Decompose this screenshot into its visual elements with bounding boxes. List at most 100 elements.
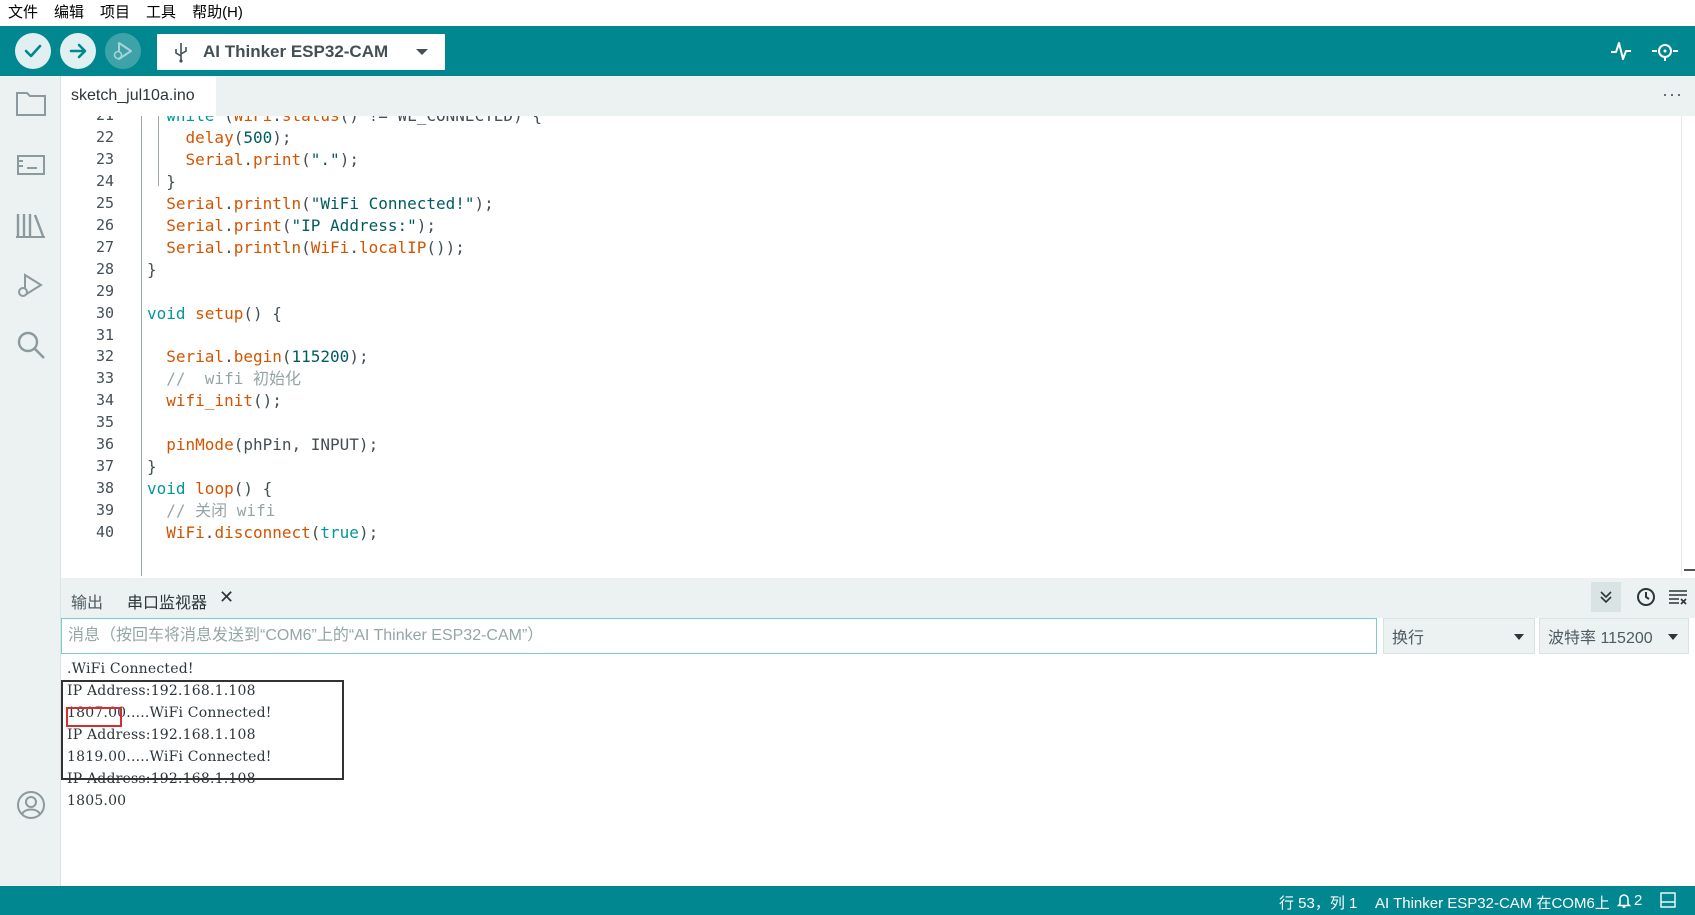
code-line: 29 (61, 280, 1661, 304)
board-name: AI Thinker ESP32-CAM (203, 42, 389, 61)
line-number: 34 (95, 391, 114, 410)
clock-icon (1637, 588, 1655, 606)
cursor-position[interactable]: 行 53，列 1 (1279, 892, 1357, 913)
code-text: // 关闭 wifi (166, 501, 276, 521)
double-chevron-down-icon (1600, 591, 1612, 604)
more-actions-icon[interactable]: ··· (1662, 84, 1683, 105)
code-line: 36 pinMode(phPin, INPUT); (61, 433, 1661, 457)
timestamp-toggle-button[interactable] (1633, 584, 1659, 610)
verify-button[interactable] (15, 33, 51, 69)
editor-tab-bar: sketch_jul10a.ino ··· (61, 76, 1695, 116)
code-text: Serial.println(WiFi.localIP()); (166, 237, 465, 257)
autoscroll-button[interactable] (1591, 582, 1621, 612)
line-number: 36 (95, 435, 114, 454)
line-number: 28 (95, 259, 114, 278)
line-number: 27 (95, 237, 114, 256)
editor-scrollbar[interactable] (1681, 116, 1695, 576)
baud-rate-select[interactable]: 波特率 115200 (1539, 618, 1689, 654)
serial-message-row: 换行 波特率 115200 (61, 618, 1695, 656)
code-line: 38 void loop() { (61, 477, 1661, 501)
close-icon[interactable]: ✕ (219, 587, 234, 608)
line-number: 26 (95, 215, 114, 234)
scrollbar-marker (1684, 569, 1695, 571)
sketchbook-folder-icon[interactable] (14, 86, 48, 120)
code-line: 28} (61, 258, 1661, 282)
code-line: 23 Serial.print("."); (61, 148, 1661, 172)
tab-sketch-file[interactable]: sketch_jul10a.ino (61, 76, 216, 116)
menu-help[interactable]: 帮助(H) (184, 0, 251, 26)
debug-button[interactable] (105, 33, 141, 69)
code-line: 26 Serial.print("IP Address:"); (61, 214, 1661, 238)
baud-rate-value: 波特率 115200 (1548, 630, 1653, 647)
code-text: void setup() { (147, 303, 282, 323)
menu-file[interactable]: 文件 (0, 0, 46, 26)
serial-output: .WiFi Connected! IP Address:192.168.1.10… (61, 658, 1695, 886)
output-line: .WiFi Connected! (67, 661, 194, 677)
account-avatar-icon[interactable] (14, 788, 48, 822)
code-text: Serial.print("IP Address:"); (166, 215, 437, 235)
code-line: 40 WiFi.disconnect(true); (61, 521, 1661, 545)
notification-count: 2 (1634, 892, 1643, 909)
menu-edit[interactable]: 编辑 (46, 0, 92, 26)
search-icon[interactable] (14, 328, 48, 362)
chevron-down-icon (1668, 634, 1678, 640)
code-line: 24 } (61, 170, 1661, 194)
code-line: 34 wifi_init(); (61, 389, 1661, 413)
line-number: 30 (95, 303, 114, 322)
line-number: 29 (95, 281, 114, 300)
line-number: 40 (95, 523, 114, 542)
line-number: 31 (95, 325, 114, 344)
serial-monitor-icon (1652, 44, 1678, 61)
code-text: delay(500); (185, 127, 292, 147)
code-text: } (147, 457, 157, 477)
debug-icon (113, 42, 132, 60)
line-ending-select[interactable]: 换行 (1383, 618, 1535, 654)
toolbar: AI Thinker ESP32-CAM (0, 26, 1695, 76)
line-number: 38 (95, 479, 114, 498)
line-number: 23 (95, 149, 114, 168)
line-number: 32 (95, 347, 114, 366)
serial-message-input[interactable] (61, 618, 1377, 654)
code-line: 37} (61, 455, 1661, 479)
code-line: 25 Serial.println("WiFi Connected!"); (61, 192, 1661, 216)
line-number: 22 (95, 127, 114, 146)
line-number: 37 (95, 457, 114, 476)
upload-button[interactable] (60, 33, 96, 69)
annotation-highlight-box (61, 680, 344, 780)
menu-tools[interactable]: 工具 (138, 0, 184, 26)
code-line: 33 // wifi 初始化 (61, 367, 1661, 391)
line-number: 39 (95, 501, 114, 520)
line-ending-value: 换行 (1392, 630, 1425, 647)
notifications-button[interactable]: 2 (1617, 892, 1642, 909)
board-port-status[interactable]: AI Thinker ESP32-CAM 在COM6上 (1375, 892, 1610, 913)
code-text: Serial.print("."); (185, 149, 359, 169)
board-selector[interactable]: AI Thinker ESP32-CAM (157, 34, 445, 70)
debug-sidebar-icon[interactable] (14, 269, 48, 303)
code-line: 35 (61, 411, 1661, 435)
code-editor[interactable]: 21 while (WiFi.status() != WL_CONNECTED)… (61, 116, 1695, 576)
toggle-panel-icon[interactable] (1660, 892, 1676, 908)
indent-guide (141, 116, 142, 576)
code-line: 27 Serial.println(WiFi.localIP()); (61, 236, 1661, 260)
serial-plotter-button[interactable] (1606, 36, 1636, 66)
serial-monitor-button[interactable] (1650, 36, 1680, 66)
code-line: 32 Serial.begin(115200); (61, 345, 1661, 369)
menu-bar: 文件 编辑 项目 工具 帮助(H) (0, 0, 1695, 26)
tab-serial-monitor[interactable]: 串口监视器 (127, 589, 207, 613)
usb-icon (175, 43, 187, 63)
menu-project[interactable]: 项目 (92, 0, 138, 26)
library-manager-icon[interactable] (14, 208, 48, 242)
status-bar: 行 53，列 1 AI Thinker ESP32-CAM 在COM6上 2 (0, 886, 1695, 915)
code-line: 22 delay(500); (61, 126, 1661, 150)
tab-output[interactable]: 输出 (71, 589, 103, 613)
code-text: } (147, 171, 176, 191)
indent-guide-inner (158, 116, 159, 186)
annotation-red-box (66, 707, 122, 727)
clear-output-button[interactable] (1665, 584, 1691, 610)
code-text: } (147, 259, 157, 279)
code-text: Serial.println("WiFi Connected!"); (166, 193, 494, 213)
code-text: // wifi 初始化 (166, 369, 301, 389)
boards-manager-icon[interactable] (14, 148, 48, 182)
line-number: 24 (95, 171, 114, 190)
code-text: Serial.begin(115200); (166, 347, 369, 367)
